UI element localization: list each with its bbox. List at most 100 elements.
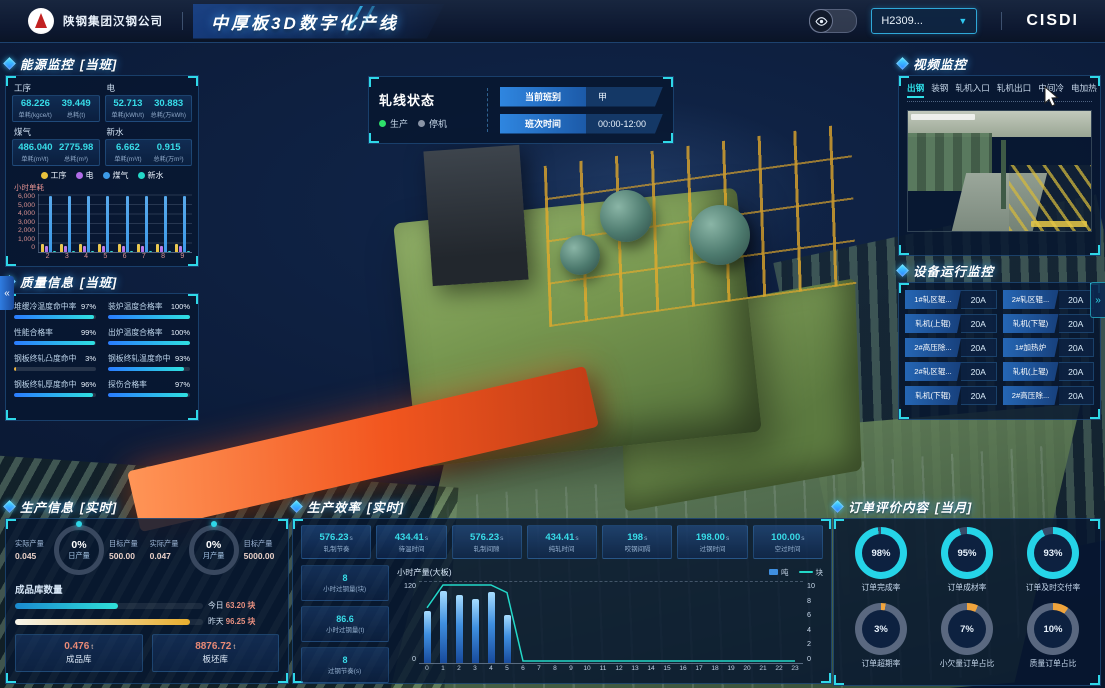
quality-fill bbox=[108, 367, 184, 371]
camera-feed-thumbnail[interactable] bbox=[907, 110, 1092, 232]
x-tick: 5 bbox=[499, 665, 515, 672]
quality-fill bbox=[108, 341, 190, 345]
inventory-text: 今日 63.20 块 bbox=[208, 600, 255, 611]
hourly-output-chart: 小时产量(大板) 吨块 1200 1086420 012345678910111… bbox=[397, 565, 823, 683]
divider bbox=[487, 88, 488, 132]
energy-metric-label: 总耗(万m³) bbox=[154, 153, 184, 162]
equipment-value: 20A bbox=[961, 362, 997, 381]
chip-label: 待温时间 bbox=[399, 543, 425, 553]
order-donut-grid: 98%订单完成率95%订单成材率93%订单及时交付率3%订单超期率7%小欠量订单… bbox=[840, 527, 1094, 669]
x-tick: 20 bbox=[739, 665, 755, 672]
equipment-value: 20A bbox=[961, 386, 997, 405]
divider bbox=[182, 12, 183, 30]
visibility-toggle[interactable] bbox=[809, 9, 857, 33]
chip-label: 过钢时间 bbox=[700, 543, 726, 553]
equipment-item[interactable]: 2#轧区辊...20A bbox=[905, 362, 997, 381]
chip-unit: s bbox=[500, 535, 503, 542]
quality-track bbox=[14, 367, 96, 371]
video-tab-0[interactable]: 出钢 bbox=[907, 82, 924, 97]
quality-item-top: 堆缓冷温度命中率97% bbox=[14, 301, 96, 312]
storage-cards: 0.476t成品库8876.72t板坯库 bbox=[15, 634, 279, 672]
storage-unit: t bbox=[91, 644, 93, 651]
panel-header: 视频监控 bbox=[898, 54, 1101, 72]
video-tab-5[interactable]: 电加热 bbox=[1071, 82, 1097, 97]
chip-value: 576.23s bbox=[470, 532, 503, 543]
inventory-fill bbox=[15, 603, 118, 609]
quality-label: 性能合格率 bbox=[14, 327, 53, 338]
x-tick: 17 bbox=[691, 665, 707, 672]
collapse-right-tab[interactable]: » bbox=[1090, 282, 1105, 318]
energy-metric-label: 单耗(m³/t) bbox=[114, 153, 141, 162]
equipment-item[interactable]: 2#轧区辊...20A bbox=[1003, 290, 1095, 309]
equipment-item[interactable]: 2#高压除...20A bbox=[905, 338, 997, 357]
quality-track bbox=[108, 393, 190, 397]
legend-item: 新水 bbox=[138, 170, 164, 181]
energy-group: 工序68.226单耗(kgce/t)39.449总耗(t) bbox=[12, 81, 100, 122]
panel-line-status: 轧线状态 生产停机 当前班别甲班次时间00:00-12:00 bbox=[368, 76, 674, 144]
energy-group-card: 68.226单耗(kgce/t)39.449总耗(t) bbox=[12, 95, 100, 122]
donut-ring: 93% bbox=[1027, 527, 1079, 579]
energy-group: 电52.713单耗(kWh/t)30.883总耗(万kWh) bbox=[105, 81, 193, 122]
bar-group bbox=[137, 196, 152, 252]
status-legend-item: 生产 bbox=[379, 117, 408, 130]
bar-group bbox=[79, 196, 94, 252]
chip-label: 咬钢间隔 bbox=[624, 543, 650, 553]
donut-label: 质量订单占比 bbox=[1030, 658, 1077, 669]
donut-ring: 98% bbox=[855, 527, 907, 579]
collapse-left-tab[interactable]: « bbox=[0, 276, 14, 310]
x-tick: 4 bbox=[77, 253, 96, 260]
legend-label: 电 bbox=[86, 170, 94, 181]
bar bbox=[83, 246, 86, 252]
device-select-dropdown[interactable]: H2309... ▼ bbox=[871, 8, 977, 34]
quality-percent: 97% bbox=[81, 302, 96, 311]
donut-percent: 7% bbox=[941, 603, 993, 655]
status-legend-item: 停机 bbox=[418, 117, 447, 130]
storage-label: 成品库 bbox=[66, 653, 92, 665]
equipment-item[interactable]: 2#高压除...20A bbox=[1003, 386, 1095, 405]
energy-metric-value: 2775.98 bbox=[59, 142, 93, 153]
mouse-cursor bbox=[1044, 86, 1060, 108]
quality-item: 出炉温度合格率100% bbox=[108, 327, 190, 345]
efficiency-chip: 434.41s待温时间 bbox=[376, 525, 446, 559]
equipment-item[interactable]: 轧机(上辊)20A bbox=[905, 314, 997, 333]
diamond-icon bbox=[3, 57, 16, 70]
video-tab-3[interactable]: 轧机出口 bbox=[997, 82, 1031, 97]
video-tab-2[interactable]: 轧机入口 bbox=[955, 82, 989, 97]
inventory-bar-row: 昨天 96.25 块 bbox=[15, 616, 279, 627]
chip-value: 198.00s bbox=[696, 532, 729, 543]
quality-label: 装炉温度合格率 bbox=[108, 301, 163, 312]
donut-percent: 93% bbox=[1027, 527, 1079, 579]
efficiency-side-stats: 8小时过钢量(块)86.6小时过钢量(t)8过钢节奏(s) bbox=[301, 565, 389, 683]
chip-unit: s bbox=[350, 535, 353, 542]
quality-track bbox=[14, 341, 96, 345]
bar bbox=[130, 251, 133, 252]
gauge-actual-value: 0.047 bbox=[150, 551, 184, 561]
bar bbox=[141, 246, 144, 252]
x-tick: 22 bbox=[771, 665, 787, 672]
equipment-item[interactable]: 轧机(下辊)20A bbox=[905, 386, 997, 405]
bar bbox=[179, 246, 182, 252]
energy-metric-label: 总耗(t) bbox=[67, 109, 85, 118]
order-donut: 95%订单成材率 bbox=[941, 527, 993, 593]
bar bbox=[41, 244, 44, 252]
y-tick: 4 bbox=[803, 625, 823, 634]
video-tab-bar: 出钢装钢轧机入口轧机出口中间冷电加热 bbox=[907, 82, 1092, 102]
equipment-label: 轧机(下辊) bbox=[905, 386, 961, 405]
brand-area: 陕钢集团汉钢公司 bbox=[0, 8, 193, 34]
output-chart-line bbox=[419, 581, 803, 663]
camera-osd-label bbox=[1031, 221, 1087, 227]
equipment-item[interactable]: 1#轧区辊...20A bbox=[905, 290, 997, 309]
equipment-item[interactable]: 轧机(上辊)20A bbox=[1003, 362, 1095, 381]
page-title: 中厚板3D数字化产线 bbox=[211, 14, 399, 33]
bar bbox=[60, 244, 63, 252]
equipment-item[interactable]: 1#加热炉20A bbox=[1003, 338, 1095, 357]
video-tab-1[interactable]: 装钢 bbox=[931, 82, 948, 97]
quality-item-top: 装炉温度合格率100% bbox=[108, 301, 190, 312]
equipment-item[interactable]: 轧机(下辊)20A bbox=[1003, 314, 1095, 333]
gauge-actual-label: 实际产量 bbox=[150, 539, 184, 549]
equipment-value: 20A bbox=[1059, 338, 1095, 357]
quality-track bbox=[108, 315, 190, 319]
bar bbox=[110, 251, 113, 252]
equipment-label: 2#高压除... bbox=[1003, 386, 1059, 405]
equipment-value: 20A bbox=[961, 314, 997, 333]
